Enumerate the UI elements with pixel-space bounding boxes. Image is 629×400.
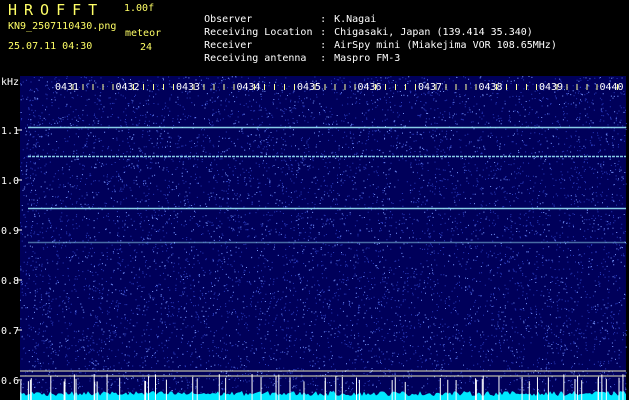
time-tick-label: 0440 [600, 82, 624, 93]
time-tick-label: 0433 [176, 82, 200, 93]
time-tick-label: 0435 [297, 82, 321, 93]
time-tick-label: 0436 [358, 82, 382, 93]
plot-background [20, 76, 626, 400]
y-tick-label: 0.6 [1, 376, 19, 387]
floor-base [20, 396, 626, 400]
info-key: Receiving antenna [204, 53, 307, 64]
y-tick-label: 1.1 [1, 126, 19, 137]
y-axis: 1.1 1.0 0.9 0.8 0.7 0.6 [1, 126, 22, 387]
time-tick-label: 0438 [479, 82, 503, 93]
app-version: 1.00f [124, 3, 155, 14]
time-tick-label: 0439 [539, 82, 563, 93]
y-tick-label: 0.8 [1, 276, 19, 287]
info-value: Maspro FM-3 [334, 53, 401, 64]
y-unit-label: kHz [1, 77, 19, 88]
app-title: HROFFT [8, 1, 105, 19]
record-datetime: 25.07.11 04:30 [8, 41, 93, 52]
time-tick-label: 0431 [55, 82, 79, 93]
file-name: KN9_2507110430.png [8, 21, 117, 32]
spectrogram-plot: 1.1 1.0 0.9 0.8 0.7 0.6 0431 0432 0433 0434 0435 0… [1, 76, 627, 400]
info-row-antenna: Receiving antenna: Maspro FM-3 [180, 42, 400, 75]
header-panel: HROFFT 1.00f KN9_2507110430.png 25.07.11… [0, 0, 629, 76]
time-tick-label: 0432 [116, 82, 140, 93]
info-colon: : [320, 53, 327, 64]
meteor-count: 24 [140, 42, 153, 53]
meteor-label: meteor [125, 28, 162, 39]
y-tick-label: 0.9 [1, 226, 19, 237]
spectrogram-waterfall: 1.1 1.0 0.9 0.8 0.7 0.6 0431 0432 0433 0434 0435 0… [0, 76, 629, 400]
y-tick-label: 0.7 [1, 326, 19, 337]
y-tick-label: 1.0 [1, 176, 19, 187]
time-tick-label: 0434 [237, 82, 261, 93]
time-tick-label: 0437 [418, 82, 442, 93]
